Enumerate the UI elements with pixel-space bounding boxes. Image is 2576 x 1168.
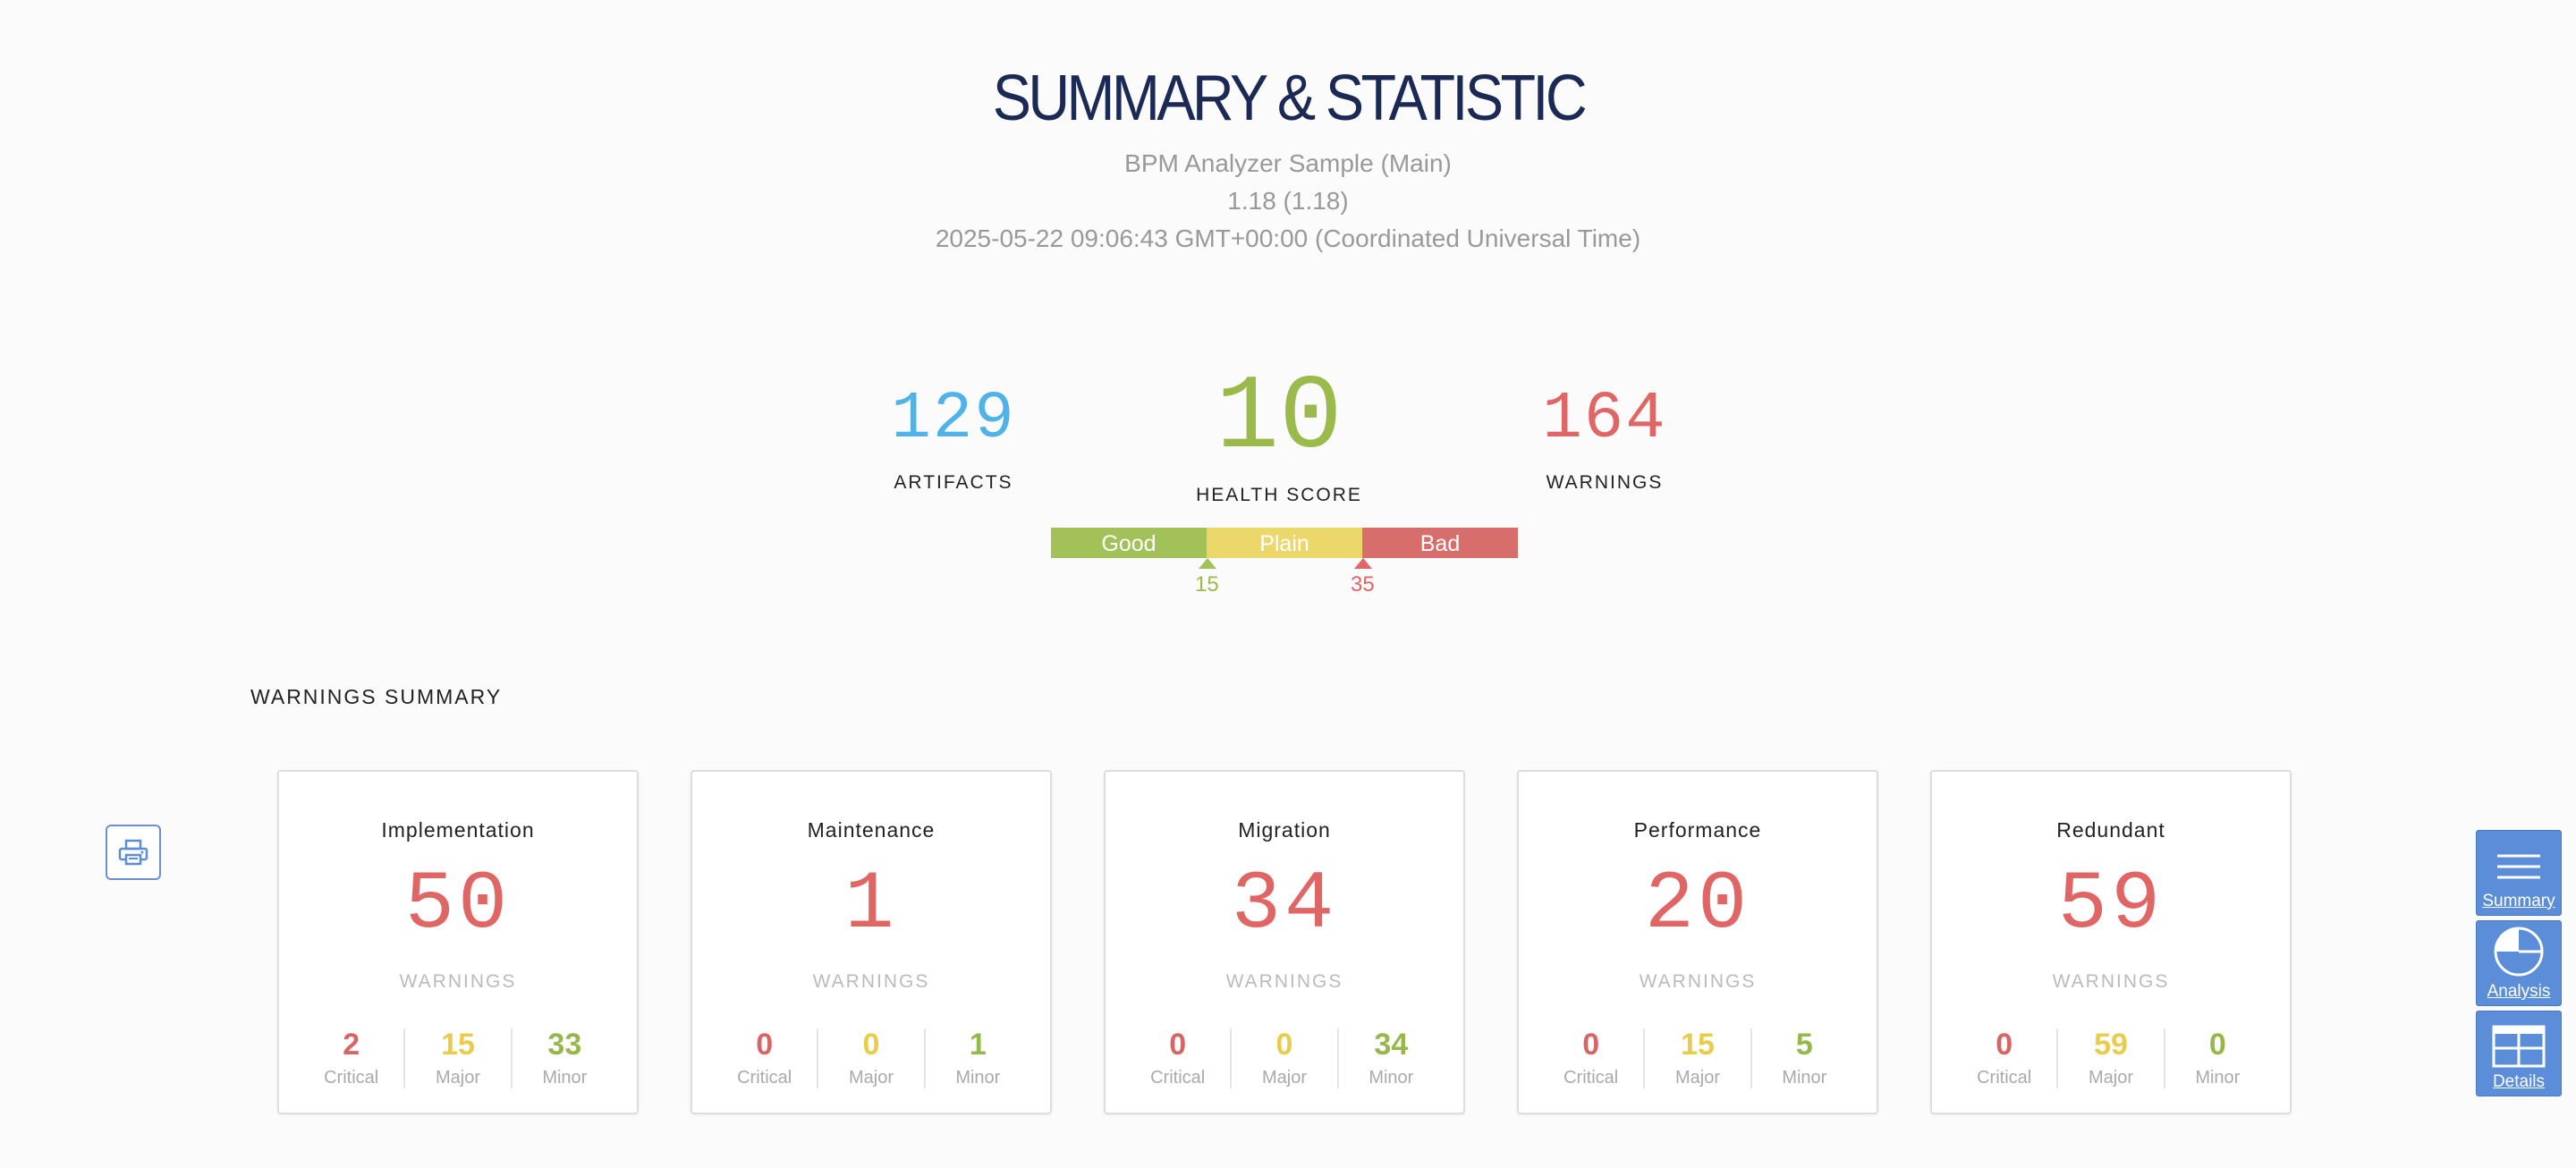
major-count: 15 [441,1028,475,1062]
print-button[interactable] [106,825,161,880]
card-total: 50 [404,858,512,952]
scale-plain: Plain [1207,528,1362,558]
card-redundant: Redundant 59 WARNINGS 0 Critical 59 Major … [1930,770,2292,1114]
card-migration: Migration 34 WARNINGS 0 Critical 0 Major 3… [1104,770,1465,1114]
severity-breakdown: 2 Critical 15 Major 33 Minor [299,1028,617,1088]
card-name: Maintenance [807,818,936,842]
critical-count: 0 [756,1028,774,1062]
card-implementation: Implementation 50 WARNINGS 2 Critical 15 M… [277,770,639,1114]
major-label: Major [848,1068,894,1088]
health-score-label: HEALTH SCORE [1196,485,1362,505]
threshold-high-marker-icon [1354,558,1372,569]
minor-label: Minor [955,1068,1001,1088]
analysis-nav-button[interactable]: Analysis [2476,920,2562,1006]
project-name: BPM Analyzer Sample (Main) [1124,149,1452,177]
analysis-nav-label: Analysis [2487,982,2551,1001]
minor-label: Minor [1368,1068,1414,1088]
health-score-stat: 10 HEALTH SCORE [1156,367,1402,506]
critical-count: 0 [1996,1028,2013,1062]
severity-breakdown: 0 Critical 59 Major 0 Minor [1952,1028,2270,1088]
card-total: 59 [2057,858,2165,952]
major-count: 0 [862,1028,880,1062]
timestamp-label: 2025-05-22 09:06:43 GMT+00:00 (Coordinat… [935,224,1641,252]
warnings-summary-title: WARNINGS SUMMARY [250,685,503,708]
threshold-high-label: 35 [1351,572,1375,597]
details-nav-button[interactable]: Details [2476,1011,2562,1096]
artifacts-stat: 129 ARTIFACTS [864,386,1043,494]
details-nav-label: Details [2492,1072,2546,1091]
major-label: Major [435,1068,480,1088]
summary-nav-label: Summary [2482,892,2555,910]
health-scale: Good Plain Bad [1051,528,1518,558]
warnings-stat: 164 WARNINGS [1515,386,1694,494]
major-label: Major [1674,1068,1720,1088]
printer-icon [118,839,148,866]
card-name: Performance [1633,818,1762,842]
page-title: SUMMARY & STATISTIC [992,63,1587,134]
critical-label: Critical [324,1068,379,1088]
warnings-count: 164 [1542,382,1667,457]
card-performance: Performance 20 WARNINGS 0 Critical 15 Majo… [1517,770,1878,1114]
critical-count: 0 [1169,1028,1187,1062]
threshold-low-label: 15 [1195,572,1219,597]
card-warnings-label: WARNINGS [812,971,930,992]
list-icon [2497,854,2540,879]
critical-label: Critical [1150,1068,1206,1088]
summary-nav-button[interactable]: Summary [2476,830,2562,916]
severity-breakdown: 0 Critical 0 Major 34 Minor [1125,1028,1444,1088]
pie-chart-icon [2494,927,2544,977]
major-count: 59 [2094,1028,2128,1062]
card-warnings-label: WARNINGS [2052,971,2170,992]
card-name: Redundant [2056,818,2165,842]
version-label: 1.18 (1.18) [1227,187,1349,215]
card-name: Implementation [381,818,535,842]
card-warnings-label: WARNINGS [399,971,517,992]
minor-label: Minor [2195,1068,2241,1088]
card-total: 1 [844,858,898,952]
minor-label: Minor [542,1068,588,1088]
critical-label: Critical [1563,1068,1619,1088]
critical-label: Critical [737,1068,792,1088]
scale-good: Good [1051,528,1207,558]
major-label: Major [2088,1068,2133,1088]
minor-count: 5 [1795,1028,1813,1062]
health-score-value: 10 [1216,360,1343,478]
severity-breakdown: 0 Critical 0 Major 1 Minor [712,1028,1030,1088]
major-count: 15 [1681,1028,1715,1062]
card-warnings-label: WARNINGS [1639,971,1757,992]
artifacts-label: ARTIFACTS [894,472,1013,493]
card-maintenance: Maintenance 1 WARNINGS 0 Critical 0 Major … [691,770,1052,1114]
scale-bad: Bad [1362,528,1518,558]
card-total: 34 [1231,858,1338,952]
warnings-label: WARNINGS [1546,472,1664,493]
major-count: 0 [1275,1028,1293,1062]
minor-count: 34 [1374,1028,1409,1062]
card-name: Migration [1238,818,1331,842]
critical-count: 2 [343,1028,360,1062]
card-warnings-label: WARNINGS [1225,971,1343,992]
critical-count: 0 [1582,1028,1600,1062]
artifacts-count: 129 [891,382,1016,457]
minor-label: Minor [1782,1068,1827,1088]
threshold-low-marker-icon [1199,558,1216,569]
minor-count: 0 [2208,1028,2226,1062]
report-header: SUMMARY & STATISTIC BPM Analyzer Sample … [0,63,2576,258]
critical-label: Critical [1977,1068,2032,1088]
major-label: Major [1261,1068,1307,1088]
table-icon [2492,1025,2546,1068]
card-total: 20 [1644,858,1751,952]
minor-count: 1 [969,1028,987,1062]
severity-breakdown: 0 Critical 15 Major 5 Minor [1538,1028,1857,1088]
minor-count: 33 [547,1028,582,1062]
